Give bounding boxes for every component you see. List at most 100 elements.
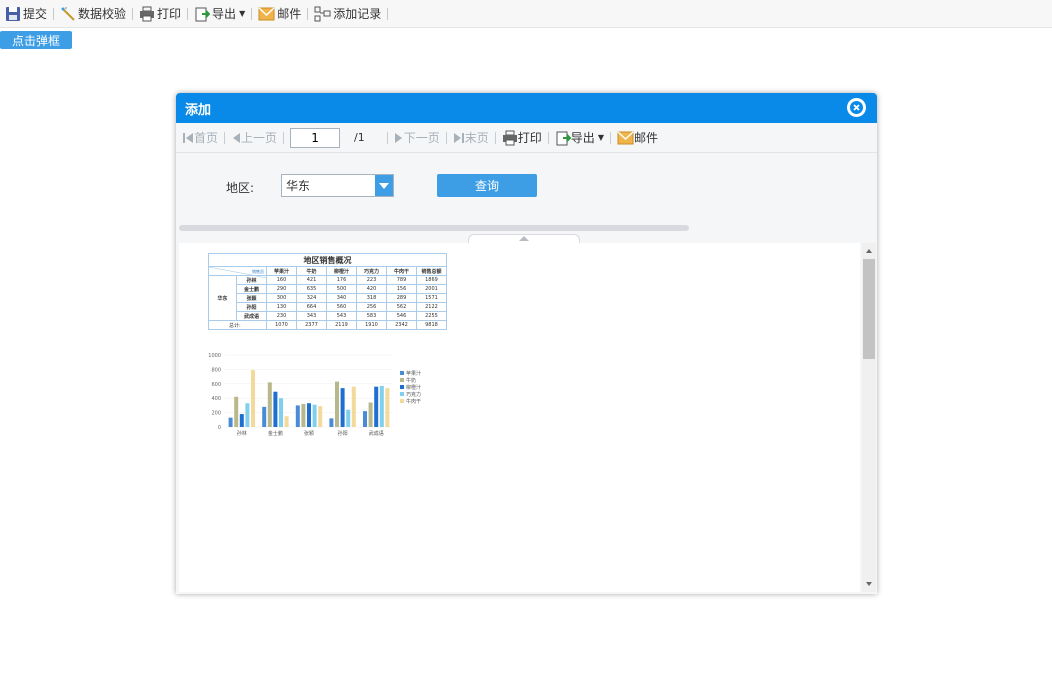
total-label: 总计: <box>208 320 267 330</box>
last-page-button[interactable]: 末页 <box>451 129 491 146</box>
value-cell: 583 <box>356 311 387 321</box>
divider <box>283 131 285 144</box>
scroll-thumb[interactable] <box>863 259 875 359</box>
y-tick-label: 800 <box>211 367 221 373</box>
mail-button[interactable]: 邮件 <box>255 2 304 26</box>
salesperson-cell: 孙阳 <box>236 302 267 312</box>
value-cell: 635 <box>296 284 327 294</box>
value-cell: 664 <box>296 302 327 312</box>
value-cell: 343 <box>296 311 327 321</box>
bar <box>301 403 306 427</box>
salesperson-cell: 张颖 <box>236 293 267 303</box>
value-cell: 324 <box>296 293 327 303</box>
value-cell: 2001 <box>416 284 447 294</box>
value-cell: 289 <box>386 293 417 303</box>
dialog-print-label: 打印 <box>517 131 542 145</box>
legend-swatch <box>400 385 404 389</box>
total-cell: 1070 <box>266 320 297 330</box>
next-page-button[interactable]: 下一页 <box>392 129 442 146</box>
divider <box>494 131 496 144</box>
bar <box>335 381 339 427</box>
first-page-button[interactable]: 首页 <box>180 129 220 146</box>
table-row: 武成语 230 343 543 583 546 2255 <box>209 311 447 321</box>
value-cell: 130 <box>266 302 297 312</box>
add-record-icon <box>314 6 331 21</box>
save-icon <box>6 6 20 21</box>
last-page-label: 末页 <box>464 131 489 145</box>
report-vertical-scrollbar[interactable] <box>862 243 876 592</box>
column-header: 巧克力 <box>356 266 387 276</box>
value-cell: 560 <box>326 302 357 312</box>
total-cell: 9818 <box>416 320 447 330</box>
value-cell: 160 <box>266 275 297 285</box>
bar <box>312 404 317 427</box>
total-cell: 2377 <box>296 320 327 330</box>
column-header: 苹果汁 <box>266 266 297 276</box>
y-tick-label: 400 <box>211 396 221 402</box>
export-button[interactable]: 导出 ▼ <box>191 2 248 26</box>
submit-label: 提交 <box>23 7 48 21</box>
bar <box>228 417 233 427</box>
param-panel-scrollbar[interactable] <box>179 225 689 231</box>
query-button[interactable]: 查询 <box>437 174 537 197</box>
column-header: 牛肉干 <box>386 266 417 276</box>
open-popup-button[interactable]: 点击弹框 <box>0 31 72 49</box>
value-cell: 2122 <box>416 302 447 312</box>
main-toolbar: 提交 数据校验 打印 导出 ▼ 邮件 添加记录 <box>0 0 1052 28</box>
value-cell: 420 <box>356 284 387 294</box>
bar <box>318 406 323 427</box>
close-button[interactable] <box>847 98 866 117</box>
value-cell: 290 <box>266 284 297 294</box>
legend-swatch <box>400 392 404 396</box>
total-cell: 1910 <box>356 320 387 330</box>
bar <box>251 370 255 427</box>
export-icon <box>556 131 571 145</box>
value-cell: 500 <box>326 284 357 294</box>
dialog-export-label: 导出 <box>570 131 595 145</box>
value-cell: 1571 <box>416 293 447 303</box>
bar <box>239 414 244 427</box>
validate-button[interactable]: 数据校验 <box>57 2 129 26</box>
validate-label: 数据校验 <box>78 7 127 21</box>
value-cell: 543 <box>326 311 357 321</box>
dialog-mail-button[interactable]: 邮件 <box>615 129 660 146</box>
salesperson-cell: 武成语 <box>236 311 267 321</box>
bar <box>234 396 239 427</box>
caret-down-icon: ▼ <box>239 9 246 18</box>
divider <box>609 131 611 144</box>
next-page-icon <box>394 132 402 143</box>
collapse-param-toggle[interactable] <box>468 234 580 243</box>
scroll-down-icon[interactable] <box>862 579 876 589</box>
scroll-up-icon[interactable] <box>862 246 876 256</box>
magic-wand-icon <box>61 6 75 21</box>
total-cell: 2342 <box>386 320 417 330</box>
bar <box>279 398 283 427</box>
salesperson-cell: 金士鹏 <box>236 284 267 294</box>
caret-down-icon: ▼ <box>597 133 604 142</box>
submit-button[interactable]: 提交 <box>2 2 50 26</box>
prev-page-button[interactable]: 上一页 <box>229 129 279 146</box>
bar <box>307 403 311 427</box>
y-tick-label: 200 <box>211 411 221 417</box>
legend-label: 柳橙汁 <box>406 384 421 391</box>
value-cell: 156 <box>386 284 417 294</box>
x-tick-label: 张颖 <box>304 430 314 437</box>
divider <box>387 7 389 20</box>
region-select[interactable]: 华东 <box>281 174 394 197</box>
envelope-icon <box>617 130 634 144</box>
page-number-input[interactable] <box>290 127 341 148</box>
divider <box>547 131 549 144</box>
table-row: 孙阳 130 664 560 256 562 2122 <box>209 302 447 312</box>
dialog-print-button[interactable]: 打印 <box>500 129 544 146</box>
report-title: 地区销售概况 <box>208 253 447 267</box>
add-record-button[interactable]: 添加记录 <box>311 2 384 26</box>
add-dialog: 添加 首页 上一页 /1 下一页 末页 打印 <box>176 93 877 594</box>
add-record-label: 添加记录 <box>333 7 382 21</box>
column-header: 柳橙汁 <box>326 266 357 276</box>
dialog-export-button[interactable]: 导出 ▼ <box>553 129 606 146</box>
first-page-icon <box>183 132 193 143</box>
print-button[interactable]: 打印 <box>136 2 184 26</box>
dropdown-arrow[interactable] <box>375 175 393 196</box>
bar <box>284 416 289 427</box>
legend-label: 牛奶 <box>406 377 416 384</box>
